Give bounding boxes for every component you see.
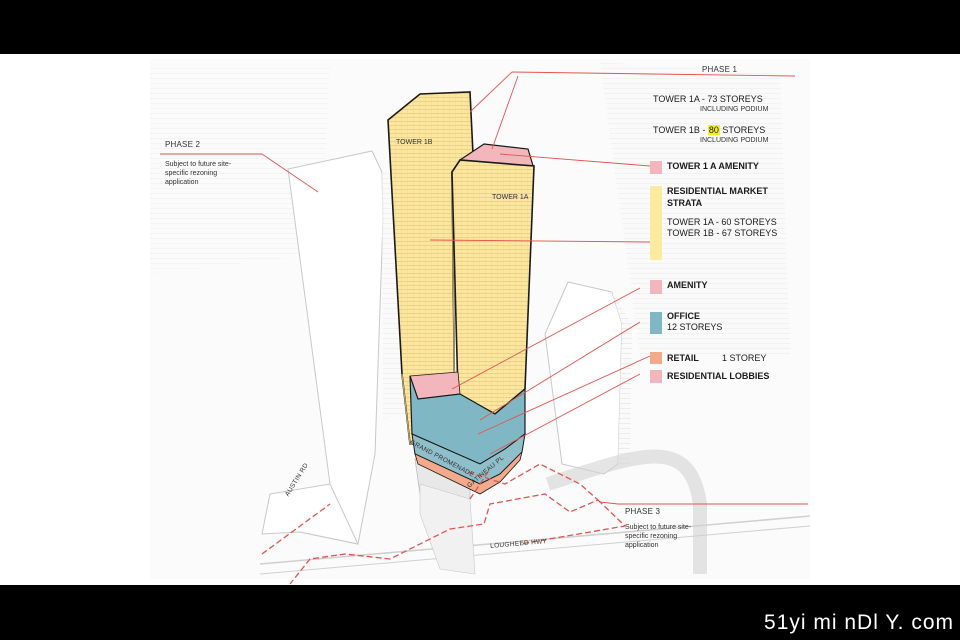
- tower1a-podium-note: INCLUDING PODIUM: [700, 106, 769, 113]
- tower1b-suffix: STOREYS: [719, 125, 766, 135]
- tower-1a-label: TOWER 1A: [492, 194, 529, 201]
- phase3-note: Subject to future site-specific rezoning…: [625, 524, 692, 549]
- tower-1b-label: TOWER 1B: [396, 139, 433, 146]
- tower1b-podium-note: INCLUDING PODIUM: [700, 137, 769, 144]
- legend-amenity: AMENITY: [667, 280, 708, 290]
- site-diagram: [150, 59, 811, 585]
- tower1b-highlight: 80: [707, 125, 720, 135]
- tower1b-storeys: TOWER 1B - 80 STOREYS: [653, 125, 765, 135]
- phase2-title: PHASE 2: [165, 140, 201, 149]
- legend-retail-detail: 1 STOREY: [722, 353, 767, 363]
- phase2-note: Subject to future site-specific rezoning…: [165, 161, 232, 186]
- legend-office-detail: 12 STOREYS: [667, 322, 723, 332]
- legend-swatch-lobbies: [650, 370, 662, 383]
- legend-office: OFFICE: [667, 311, 700, 321]
- legend-swatch-retail: [650, 352, 662, 364]
- tower1b-prefix: TOWER 1B -: [653, 125, 708, 135]
- legend-amenity1a: TOWER 1 A AMENITY: [667, 161, 759, 171]
- diagram-panel: PHASE 1 TOWER 1A - 73 STOREYS INCLUDING …: [0, 54, 960, 585]
- phase1-title: PHASE 1: [702, 65, 738, 74]
- legend-swatch-amenity: [650, 280, 662, 294]
- legend-swatch-residential: [650, 186, 662, 260]
- legend-residential-1b: TOWER 1B - 67 STOREYS: [667, 228, 778, 238]
- tower1a-storeys: TOWER 1A - 73 STOREYS: [653, 94, 763, 104]
- watermark: 51yi mi nDl Y. com: [764, 611, 954, 634]
- legend-swatch-amenity1a: [650, 161, 662, 174]
- legend-lobbies: RESIDENTIAL LOBBIES: [667, 371, 770, 381]
- phase3-title: PHASE 3: [625, 507, 661, 516]
- legend-swatch-office: [650, 312, 662, 334]
- legend-residential-1a: TOWER 1A - 60 STOREYS: [667, 217, 777, 227]
- legend-retail: RETAIL: [667, 353, 699, 363]
- legend-residential: RESIDENTIAL MARKET STRATA: [667, 186, 768, 208]
